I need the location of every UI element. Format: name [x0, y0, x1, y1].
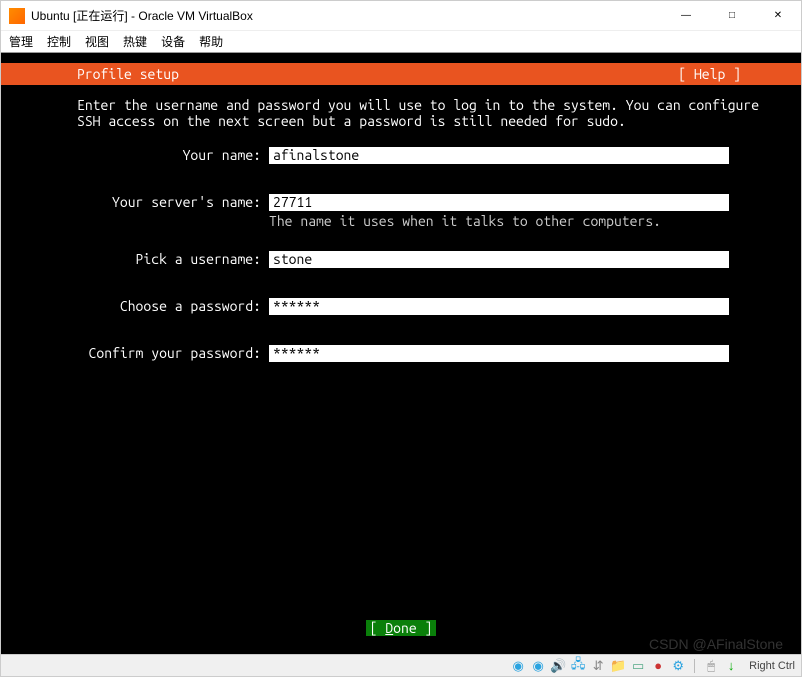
- your-name-label: Your name:: [77, 147, 269, 163]
- optical-drive-icon[interactable]: ◉: [530, 658, 546, 674]
- network-icon[interactable]: 🖧: [570, 658, 586, 674]
- hard-disk-icon[interactable]: ◉: [510, 658, 526, 674]
- menu-manage[interactable]: 管理: [9, 33, 33, 50]
- vm-statusbar: ◉ ◉ 🔊 🖧 ⇵ 📁 ▭ ● ⚙ 🖱 ↓ Right Ctrl: [1, 654, 801, 676]
- window-titlebar: Ubuntu [正在运行] - Oracle VM VirtualBox — □…: [1, 1, 801, 31]
- password-input[interactable]: ******: [269, 298, 729, 315]
- keyboard-capture-icon[interactable]: ↓: [723, 658, 739, 674]
- menu-view[interactable]: 视图: [85, 33, 109, 50]
- server-name-label: Your server's name:: [77, 194, 269, 210]
- mouse-integration-icon[interactable]: 🖱: [703, 658, 719, 674]
- intro-text: Enter the username and password you will…: [77, 97, 771, 129]
- host-key-indicator: Right Ctrl: [749, 660, 795, 672]
- audio-icon[interactable]: 🔊: [550, 658, 566, 674]
- server-name-input[interactable]: 27711: [269, 194, 729, 211]
- installer-header: Profile setup [ Help ]: [1, 63, 801, 85]
- menu-hotkeys[interactable]: 热键: [123, 33, 147, 50]
- window-controls: — □ ✕: [663, 1, 801, 31]
- statusbar-separator: [694, 659, 695, 673]
- guest-display[interactable]: Profile setup [ Help ] Enter the usernam…: [1, 53, 801, 654]
- window-title: Ubuntu [正在运行] - Oracle VM VirtualBox: [31, 7, 663, 24]
- usb-icon[interactable]: ⇵: [590, 658, 606, 674]
- shared-folders-icon[interactable]: 📁: [610, 658, 626, 674]
- installer-title: Profile setup: [77, 66, 678, 82]
- menu-control[interactable]: 控制: [47, 33, 71, 50]
- help-button[interactable]: [ Help ]: [678, 66, 741, 82]
- server-name-hint: The name it uses when it talks to other …: [269, 213, 729, 229]
- done-button[interactable]: [ Done ]: [366, 620, 437, 636]
- recording-icon[interactable]: ●: [650, 658, 666, 674]
- virtualbox-icon: [9, 8, 25, 24]
- installer-body: Enter the username and password you will…: [1, 85, 801, 620]
- menu-bar: 管理 控制 视图 热键 设备 帮助: [1, 31, 801, 53]
- vm-state-icon[interactable]: ⚙: [670, 658, 686, 674]
- display-icon[interactable]: ▭: [630, 658, 646, 674]
- close-button[interactable]: ✕: [755, 1, 801, 31]
- username-label: Pick a username:: [77, 251, 269, 267]
- confirm-password-label: Confirm your password:: [77, 345, 269, 361]
- menu-devices[interactable]: 设备: [161, 33, 185, 50]
- your-name-input[interactable]: afinalstone: [269, 147, 729, 164]
- menu-help[interactable]: 帮助: [199, 33, 223, 50]
- footer-actions: [ Done ]: [1, 620, 801, 654]
- minimize-button[interactable]: —: [663, 1, 709, 31]
- maximize-button[interactable]: □: [709, 1, 755, 31]
- confirm-password-input[interactable]: ******: [269, 345, 729, 362]
- password-label: Choose a password:: [77, 298, 269, 314]
- username-input[interactable]: stone: [269, 251, 729, 268]
